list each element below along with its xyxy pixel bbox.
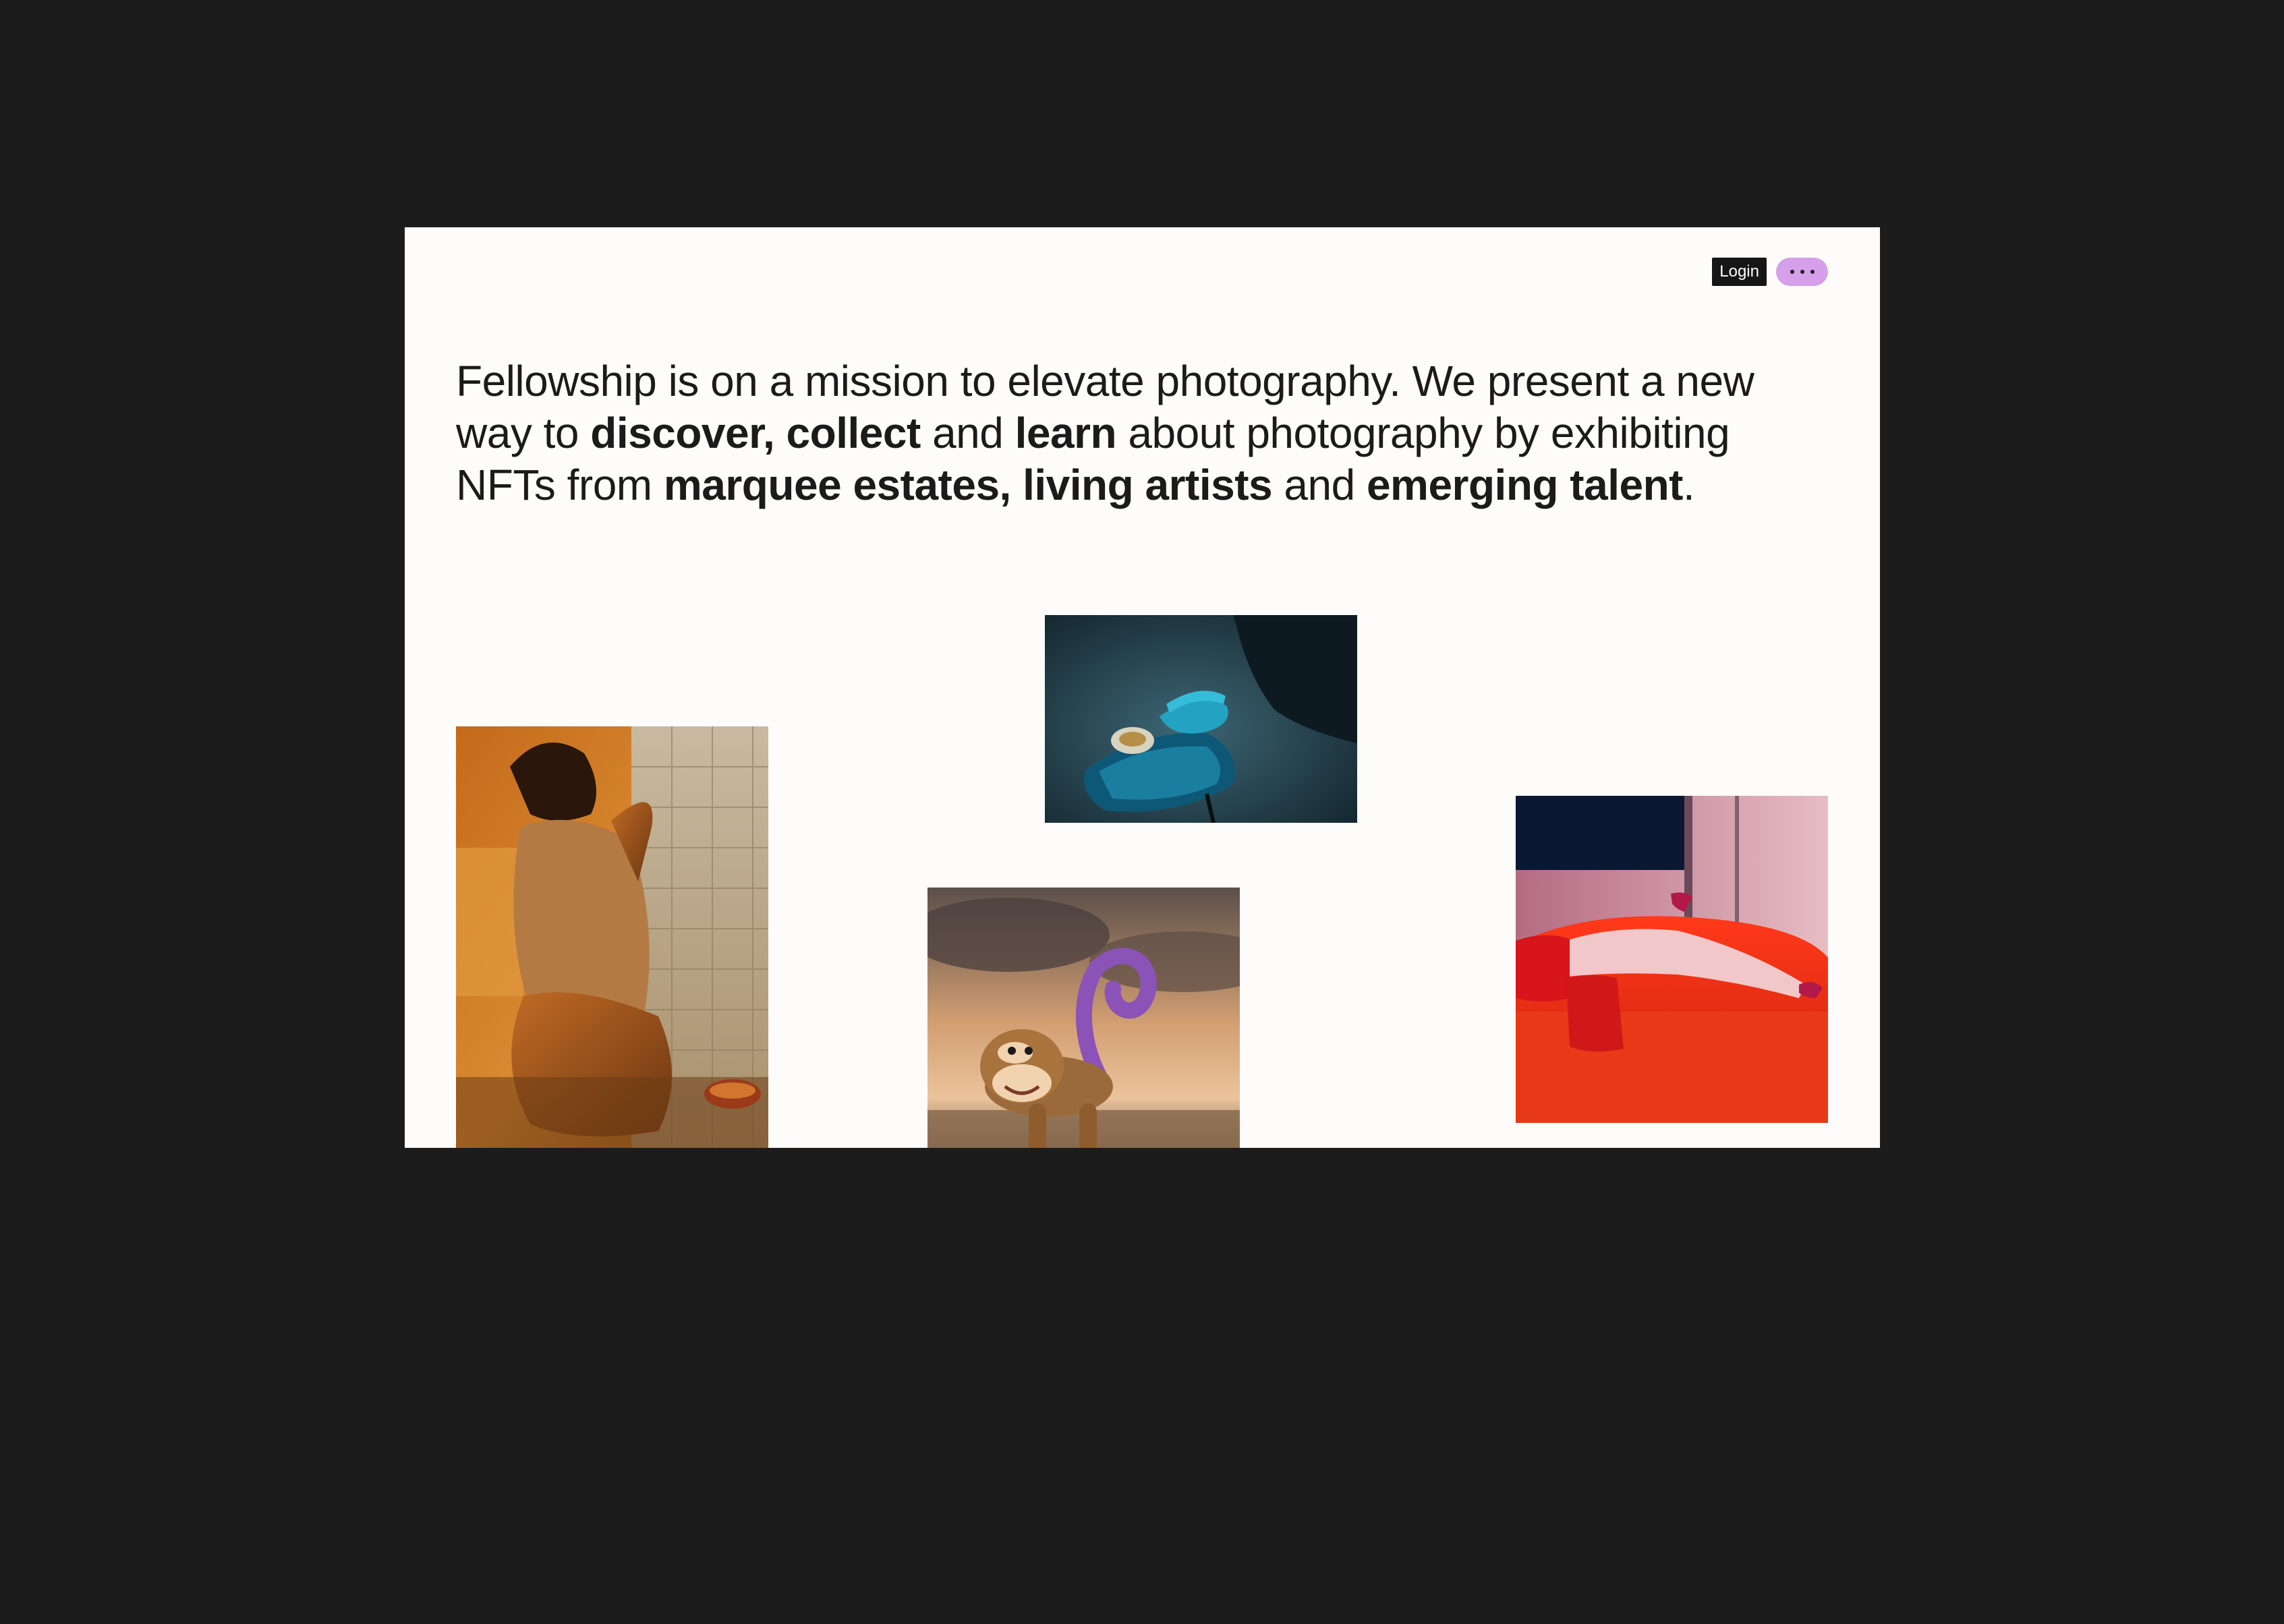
legs-on-red-sofa-photo[interactable]	[1516, 796, 1828, 1123]
login-button[interactable]: Login	[1712, 258, 1767, 286]
mission-text: and	[920, 409, 1015, 457]
mission-text: and	[1272, 461, 1367, 509]
more-menu-button[interactable]	[1776, 258, 1828, 286]
mission-highlight: learn	[1015, 409, 1117, 457]
balloon-monkey-photo[interactable]	[927, 888, 1240, 1148]
mission-highlight: discover, collect	[590, 409, 921, 457]
more-dots-icon	[1810, 270, 1815, 274]
mission-statement: Fellowship is on a mission to elevate ph…	[456, 355, 1839, 511]
more-dots-icon	[1790, 270, 1794, 274]
more-dots-icon	[1800, 270, 1804, 274]
page-frame: Login Fellowship is on a mission to elev…	[405, 227, 1880, 1148]
mission-highlight: emerging talent	[1366, 461, 1684, 509]
blue-telephone-on-cushion-photo[interactable]	[1045, 615, 1357, 823]
mission-text: .	[1682, 461, 1695, 509]
mission-highlight: marquee estates, living artists	[663, 461, 1273, 509]
woman-in-tiled-bathroom-photo[interactable]	[456, 726, 768, 1148]
top-nav: Login	[1712, 258, 1828, 286]
